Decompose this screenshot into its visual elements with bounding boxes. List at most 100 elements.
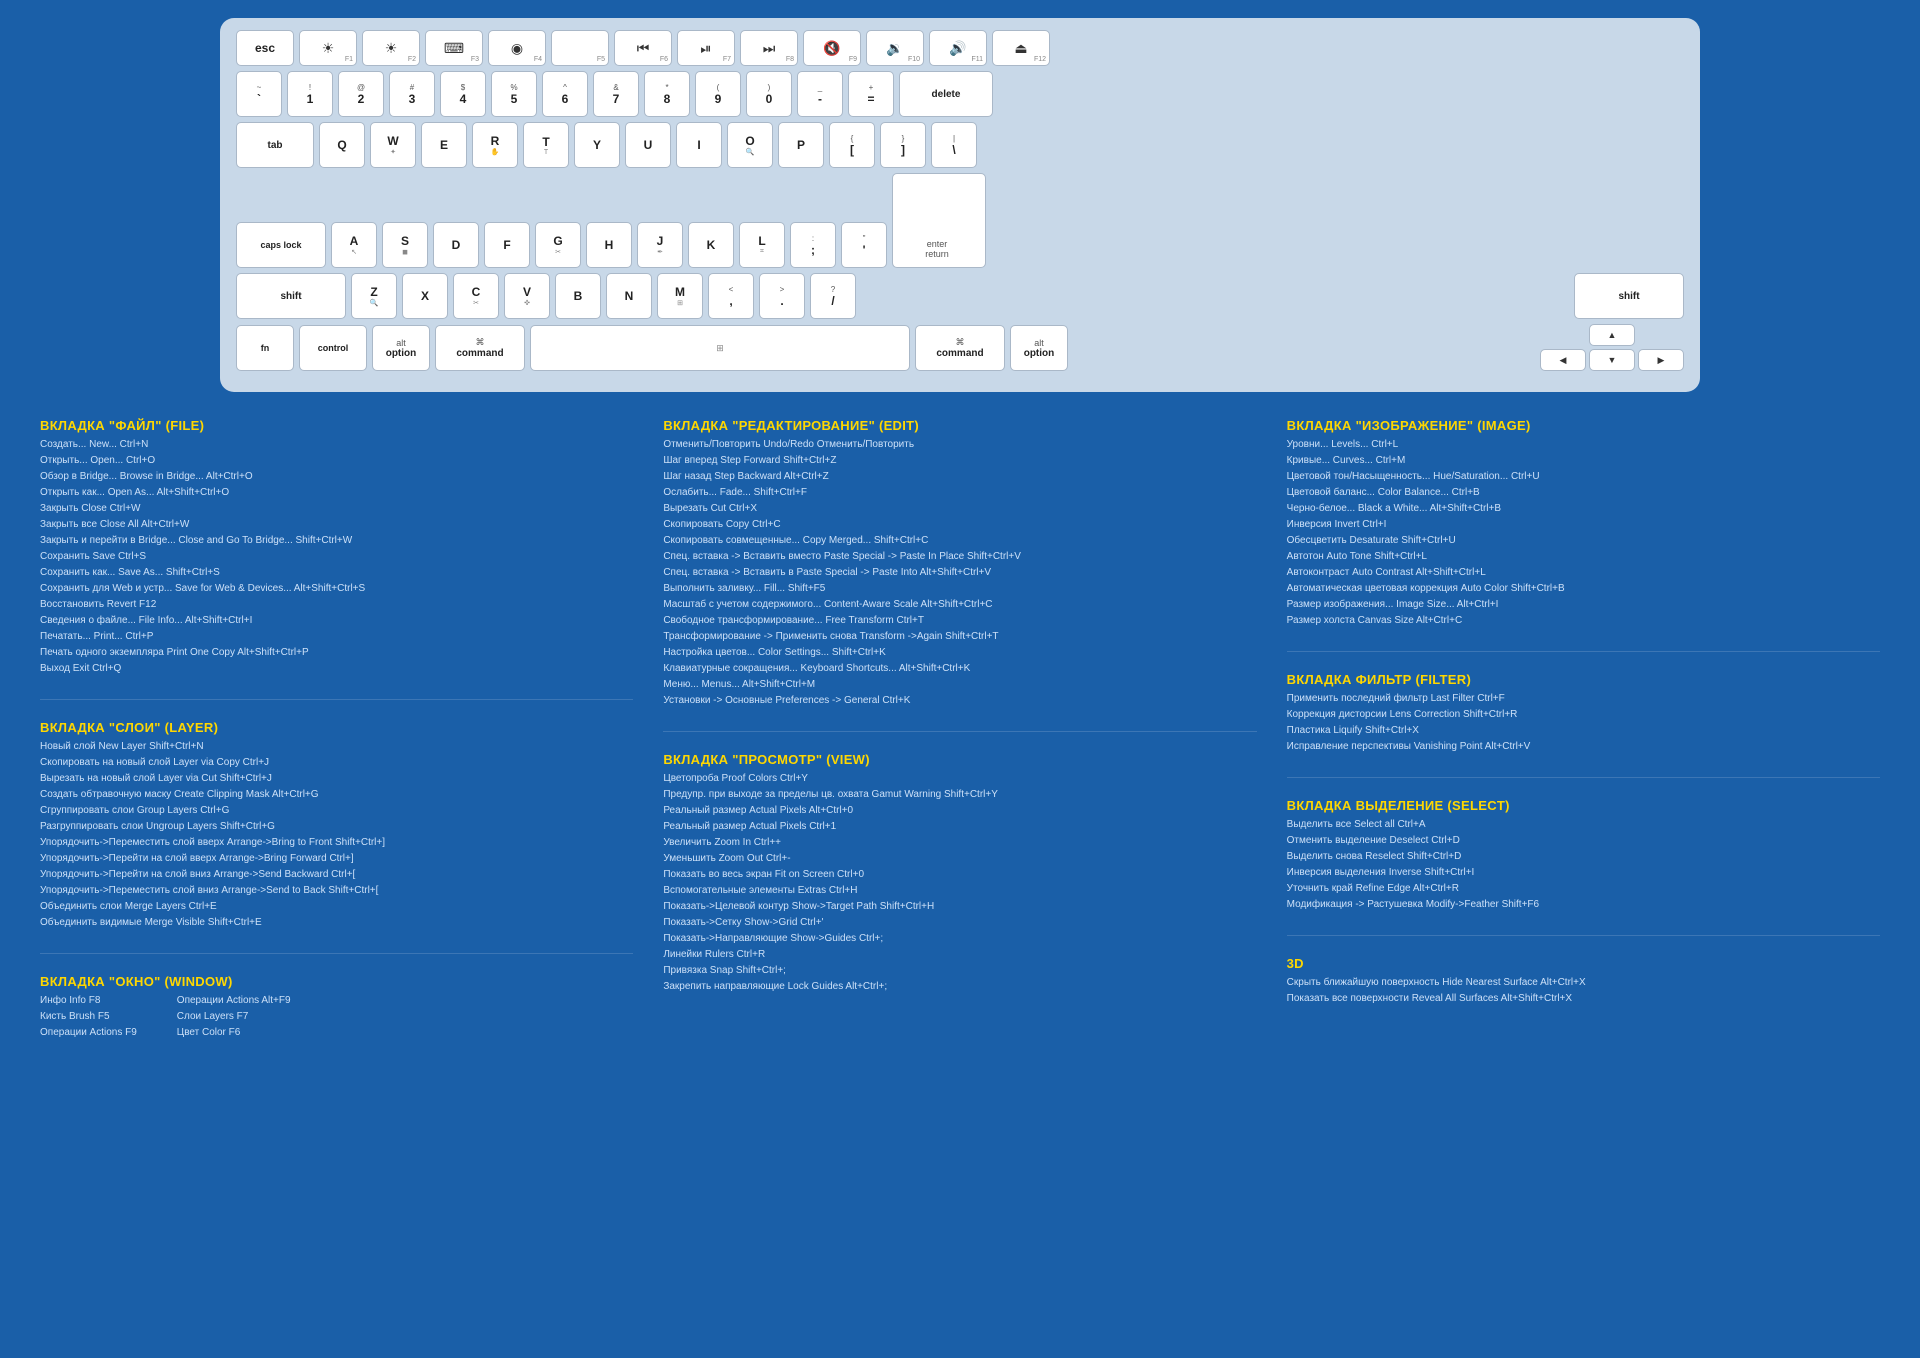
key-f11[interactable]: 🔊F11 — [929, 30, 987, 66]
key-b[interactable]: B — [555, 273, 601, 319]
key-t[interactable]: TT — [523, 122, 569, 168]
key-x[interactable]: X — [402, 273, 448, 319]
key-f1[interactable]: ☀F1 — [299, 30, 357, 66]
key-y[interactable]: Y — [574, 122, 620, 168]
key-f9[interactable]: 🔇F9 — [803, 30, 861, 66]
image-shortcuts: Уровни... Levels... Ctrl+L Кривые... Cur… — [1287, 437, 1880, 629]
key-arrow-down[interactable]: ▼ — [1589, 349, 1635, 371]
key-u[interactable]: U — [625, 122, 671, 168]
key-f[interactable]: F — [484, 222, 530, 268]
key-g[interactable]: G✂ — [535, 222, 581, 268]
key-n[interactable]: N — [606, 273, 652, 319]
key-f8[interactable]: ⏭F8 — [740, 30, 798, 66]
key-0[interactable]: )0 — [746, 71, 792, 117]
key-f3[interactable]: ⌨F3 — [425, 30, 483, 66]
shortcut-line: Реальный размер Actual Pixels Ctrl+1 — [663, 819, 1256, 835]
key-c[interactable]: C✂ — [453, 273, 499, 319]
key-option-left[interactable]: altoption — [372, 325, 430, 371]
shortcut-line: Показать->Целевой контур Show->Target Pa… — [663, 899, 1256, 915]
key-equals[interactable]: += — [848, 71, 894, 117]
key-shift-left[interactable]: shift — [236, 273, 346, 319]
key-arrow-left[interactable]: ◀ — [1540, 349, 1586, 371]
key-5[interactable]: %5 — [491, 71, 537, 117]
shortcut-line: Вырезать Cut Ctrl+X — [663, 501, 1256, 517]
key-backslash[interactable]: |\ — [931, 122, 977, 168]
key-period[interactable]: >. — [759, 273, 805, 319]
shortcut-line: Показать все поверхности Reveal All Surf… — [1287, 991, 1880, 1007]
key-f12[interactable]: ⏏F12 — [992, 30, 1050, 66]
3d-shortcuts: Скрыть ближайшую поверхность Hide Neares… — [1287, 975, 1880, 1007]
key-f2[interactable]: ☀F2 — [362, 30, 420, 66]
key-minus[interactable]: _- — [797, 71, 843, 117]
keyboard-section: esc ☀F1 ☀F2 ⌨F3 ◉F4 F5 ⏮F6 ⏯F7 ⏭F8 🔇F9 🔉… — [0, 0, 1920, 402]
key-enter[interactable]: enter return — [892, 173, 986, 268]
key-6[interactable]: ^6 — [542, 71, 588, 117]
key-9[interactable]: (9 — [695, 71, 741, 117]
key-f10[interactable]: 🔉F10 — [866, 30, 924, 66]
image-section-title: ВКЛАДКА "ИЗОБРАЖЕНИЕ" (IMAGE) — [1287, 418, 1880, 433]
key-f7[interactable]: ⏯F7 — [677, 30, 735, 66]
shortcut-line: Меню... Menus... Alt+Shift+Ctrl+M — [663, 677, 1256, 693]
key-8[interactable]: *8 — [644, 71, 690, 117]
key-2[interactable]: @2 — [338, 71, 384, 117]
key-comma[interactable]: <, — [708, 273, 754, 319]
key-v[interactable]: V✜ — [504, 273, 550, 319]
key-o[interactable]: O🔍 — [727, 122, 773, 168]
key-1[interactable]: !1 — [287, 71, 333, 117]
key-r[interactable]: R✋ — [472, 122, 518, 168]
key-3[interactable]: #3 — [389, 71, 435, 117]
key-semicolon[interactable]: :; — [790, 222, 836, 268]
key-4[interactable]: $4 — [440, 71, 486, 117]
shortcut-line: Клавиатурные сокращения... Keyboard Shor… — [663, 661, 1256, 677]
key-p[interactable]: P — [778, 122, 824, 168]
key-quote[interactable]: "' — [841, 222, 887, 268]
key-arrow-up[interactable]: ▲ — [1589, 324, 1635, 346]
key-l[interactable]: L⌗ — [739, 222, 785, 268]
key-fn[interactable]: fn — [236, 325, 294, 371]
shortcut-line: Цветовой баланс... Color Balance... Ctrl… — [1287, 485, 1880, 501]
key-shift-right[interactable]: shift — [1574, 273, 1684, 319]
key-option-right[interactable]: altoption — [1010, 325, 1068, 371]
key-w[interactable]: W✦ — [370, 122, 416, 168]
key-f6[interactable]: ⏮F6 — [614, 30, 672, 66]
section-view: ВКЛАДКА "ПРОСМОТР" (VIEW) Цветопроба Pro… — [663, 752, 1256, 995]
key-h[interactable]: H — [586, 222, 632, 268]
shortcut-line: Вспомогательные элементы Extras Ctrl+H — [663, 883, 1256, 899]
key-d[interactable]: D — [433, 222, 479, 268]
key-delete[interactable]: delete — [899, 71, 993, 117]
key-arrow-right[interactable]: ▶ — [1638, 349, 1684, 371]
shortcut-line: Отменить/Повторить Undo/Redo Отменить/По… — [663, 437, 1256, 453]
shortcut-line: Разгруппировать слои Ungroup Layers Shif… — [40, 819, 633, 835]
key-a[interactable]: A↖ — [331, 222, 377, 268]
key-lbracket[interactable]: {[ — [829, 122, 875, 168]
key-tab[interactable]: tab — [236, 122, 314, 168]
key-command-right[interactable]: ⌘command — [915, 325, 1005, 371]
shortcut-line: Показать->Сетку Show->Grid Ctrl+' — [663, 915, 1256, 931]
key-esc[interactable]: esc — [236, 30, 294, 66]
shortcut-line: Размер холста Canvas Size Alt+Ctrl+C — [1287, 613, 1880, 629]
shortcut-line: Закрепить направляющие Lock Guides Alt+C… — [663, 979, 1256, 995]
key-i[interactable]: I — [676, 122, 722, 168]
key-backtick[interactable]: ~` — [236, 71, 282, 117]
key-s[interactable]: S◼ — [382, 222, 428, 268]
key-slash[interactable]: ?/ — [810, 273, 856, 319]
key-e[interactable]: E — [421, 122, 467, 168]
shortcut-line: Шаг вперед Step Forward Shift+Ctrl+Z — [663, 453, 1256, 469]
shortcut-line: Объединить видимые Merge Visible Shift+C… — [40, 915, 633, 931]
key-command-left[interactable]: ⌘command — [435, 325, 525, 371]
key-rbracket[interactable]: }] — [880, 122, 926, 168]
key-j[interactable]: J✒ — [637, 222, 683, 268]
key-control[interactable]: control — [299, 325, 367, 371]
key-capslock[interactable]: caps lock — [236, 222, 326, 268]
key-k[interactable]: K — [688, 222, 734, 268]
key-f4[interactable]: ◉F4 — [488, 30, 546, 66]
key-m[interactable]: M⊞ — [657, 273, 703, 319]
key-z[interactable]: Z🔍 — [351, 273, 397, 319]
key-space[interactable]: ⊞ — [530, 325, 910, 371]
shortcut-line: Закрыть и перейти в Bridge... Close and … — [40, 533, 633, 549]
key-7[interactable]: &7 — [593, 71, 639, 117]
shortcut-line: Установки -> Основные Preferences -> Gen… — [663, 693, 1256, 709]
key-f5[interactable]: F5 — [551, 30, 609, 66]
key-q[interactable]: Q — [319, 122, 365, 168]
asdf-row: caps lock A↖ S◼ D F G✂ H J✒ K L⌗ :; "' e… — [236, 173, 1684, 268]
